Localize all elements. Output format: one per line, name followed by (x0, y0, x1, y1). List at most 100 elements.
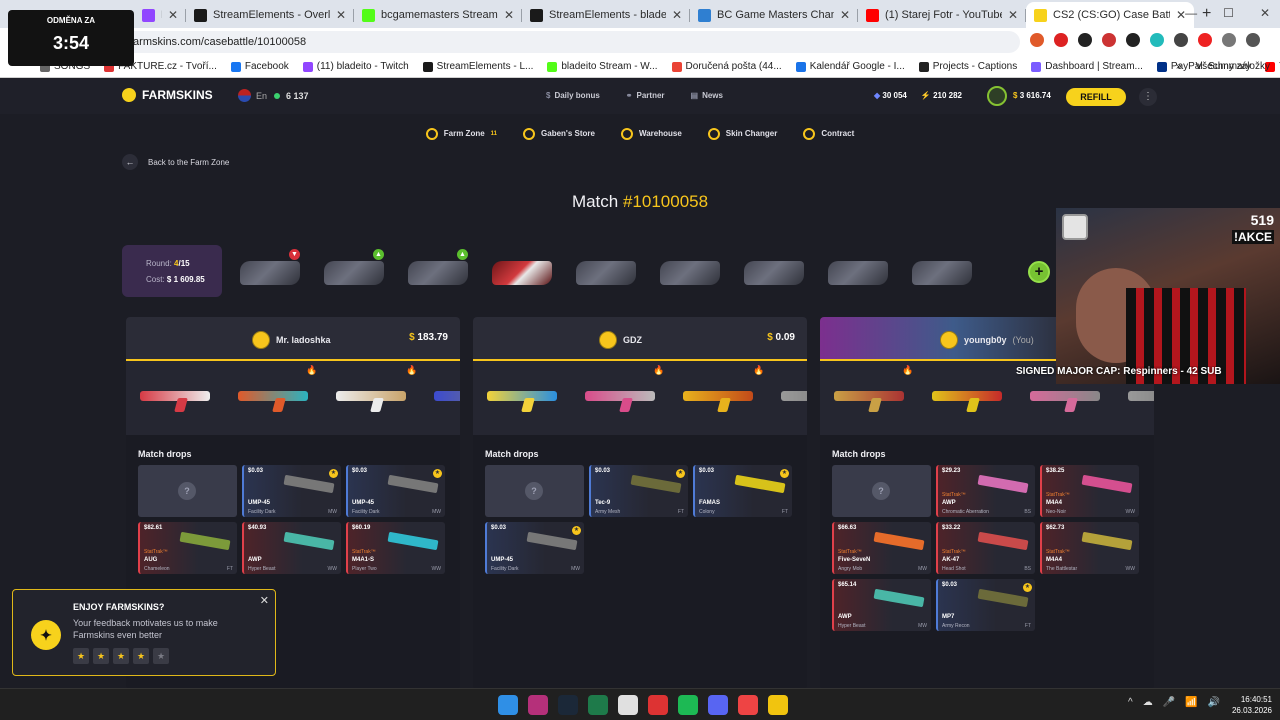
browser-tab[interactable]: StreamElements - Overlays ✕ (186, 2, 354, 28)
app-icon[interactable] (648, 695, 668, 715)
bookmark-item[interactable]: Dashboard | Stream... (1031, 61, 1143, 72)
bookmark-item[interactable]: StreamElements - L... (422, 61, 533, 72)
drop-card[interactable]: $29.23 StatTrak™ AWP Chromatic Aberration BS (936, 465, 1035, 517)
extension-icon[interactable] (1174, 33, 1188, 47)
case-item[interactable] (740, 251, 806, 291)
drop-card[interactable]: $82.61 StatTrak™ AUG Chameleon FT (138, 522, 237, 574)
steam-icon[interactable] (558, 695, 578, 715)
bookmark-item[interactable]: bladeito Stream - W... (547, 61, 658, 72)
browser-tab[interactable]: BC Game Masters Championsh ✕ (690, 2, 858, 28)
add-case-button[interactable]: + (1028, 261, 1050, 283)
extension-icon[interactable] (1198, 33, 1212, 47)
case-item[interactable] (908, 251, 974, 291)
rating-star-icon[interactable]: ★ (73, 648, 89, 664)
section-nav-item[interactable]: Contract (803, 123, 854, 144)
close-window-icon[interactable]: ✕ (1260, 6, 1270, 20)
cloud-icon[interactable]: ☁ (1143, 697, 1153, 708)
section-nav-item[interactable]: Skin Changer (707, 123, 777, 144)
header-nav-item[interactable]: $ Daily bonus (546, 91, 600, 100)
app-icon[interactable] (528, 695, 548, 715)
rating-star-icon[interactable]: ★ (153, 648, 169, 664)
drop-card[interactable]: $65.14 AWP Hyper Beast MW (832, 579, 931, 631)
drop-card[interactable]: $0.03 ★ Tec-9 Army Mesh FT (589, 465, 688, 517)
clock[interactable]: 16:40:51 26.03.2026 (1232, 694, 1272, 716)
drop-price: $66.63 (838, 525, 857, 531)
maximize-icon[interactable]: ☐ (1223, 6, 1234, 20)
extension-icon[interactable] (1150, 33, 1164, 47)
extension-icon[interactable] (1054, 33, 1068, 47)
extensions-puzzle-icon[interactable] (1222, 33, 1236, 47)
spotify-icon[interactable] (678, 695, 698, 715)
drop-card[interactable]: $38.25 StatTrak™ M4A4 Neo-Noir WW (1040, 465, 1139, 517)
close-icon[interactable]: ✕ (260, 594, 269, 607)
case-item[interactable] (656, 251, 722, 291)
drop-card[interactable]: $0.03 ★ UMP-45 Facility Dark MW (242, 465, 341, 517)
back-link[interactable]: ← Back to the Farm Zone (122, 154, 229, 170)
drop-card[interactable]: $40.93 AWP Hyper Beast WW (242, 522, 341, 574)
rating-star-icon[interactable]: ★ (93, 648, 109, 664)
app-icon[interactable] (588, 695, 608, 715)
chrome-icon[interactable] (618, 695, 638, 715)
extension-icon[interactable] (1030, 33, 1044, 47)
volume-icon[interactable]: 🔊 (1208, 697, 1220, 708)
bookmark-item[interactable]: Doručená pošta (44... (671, 61, 782, 72)
bookmarks-more-icon[interactable]: » (1176, 61, 1182, 72)
bookmark-item[interactable]: (11) bladeito - Twitch (302, 61, 409, 72)
language-selector[interactable]: En (238, 89, 267, 102)
tab-close-icon[interactable]: ✕ (168, 8, 178, 22)
app-icon[interactable] (768, 695, 788, 715)
browser-tab[interactable]: StreamElements - bladeito ✕ (522, 2, 690, 28)
rating-star-icon[interactable]: ★ (133, 648, 149, 664)
tab-close-icon[interactable]: ✕ (1008, 8, 1018, 22)
wifi-icon[interactable]: 📶 (1185, 697, 1197, 708)
bookmark-item[interactable]: Facebook (230, 61, 289, 72)
minimize-icon[interactable]: — (1185, 6, 1197, 20)
profile-avatar[interactable] (1246, 33, 1260, 47)
section-nav-item[interactable]: Warehouse (620, 123, 682, 144)
case-item[interactable]: ▼ (236, 249, 302, 291)
section-nav-item[interactable]: Gaben's Store (523, 123, 595, 144)
discord-icon[interactable] (708, 695, 728, 715)
drop-card[interactable]: $0.03 ★ MP7 Army Recon FT (936, 579, 1035, 631)
rating-star-icon[interactable]: ★ (113, 648, 129, 664)
app-icon[interactable] (738, 695, 758, 715)
browser-tab[interactable]: Live o ✕ (134, 2, 186, 28)
case-item[interactable] (572, 251, 638, 291)
start-icon[interactable] (498, 695, 518, 715)
drop-card[interactable]: $0.03 ★ UMP-45 Facility Dark MW (485, 522, 584, 574)
unknown-icon: ? (178, 482, 196, 500)
section-nav-item[interactable]: Farm Zone 11 (425, 123, 497, 144)
browser-tab[interactable]: bcgamemasters Stream - Watc ✕ (354, 2, 522, 28)
drop-card[interactable]: $60.19 StatTrak™ M4A1-S Player Two WW (346, 522, 445, 574)
case-item[interactable]: ▲ (404, 249, 470, 291)
case-item[interactable] (488, 251, 554, 291)
tab-close-icon[interactable]: ✕ (672, 8, 682, 22)
user-avatar[interactable] (987, 86, 1007, 106)
bookmark-item[interactable]: Kalendář Google - I... (795, 61, 905, 72)
tray-chevron-icon[interactable]: ^ (1128, 697, 1133, 708)
url-input[interactable]: farmskins.com/casebattle/10100058 (120, 31, 1020, 53)
drop-card[interactable]: $66.63 StatTrak™ Five-SeveN Angry Mob MW (832, 522, 931, 574)
bookmark-item[interactable]: Projects - Captions (918, 61, 1017, 72)
extension-icon[interactable] (1078, 33, 1092, 47)
browser-tab[interactable]: CS2 (CS:GO) Case Battle - incre✕ (1026, 2, 1194, 28)
case-item[interactable]: ▲ (320, 249, 386, 291)
header-nav-item[interactable]: ▤ News (691, 91, 723, 100)
drop-card[interactable]: $62.73 StatTrak™ M4A4 The Battlestar WW (1040, 522, 1139, 574)
extension-icon[interactable] (1126, 33, 1140, 47)
browser-tab[interactable]: (1) Starej Fotr - YouTube ✕ (858, 2, 1026, 28)
microphone-icon[interactable]: 🎤 (1163, 697, 1175, 708)
tab-close-icon[interactable]: ✕ (840, 8, 850, 22)
tab-close-icon[interactable]: ✕ (504, 8, 514, 22)
extension-icon[interactable] (1102, 33, 1116, 47)
farmskins-logo[interactable]: FARMSKINS (122, 88, 213, 102)
all-bookmarks-folder[interactable]: Všechny záložky (1196, 61, 1270, 72)
drop-card[interactable]: $0.03 ★ FAMAS Colony FT (693, 465, 792, 517)
drop-card[interactable]: $0.03 ★ UMP-45 Facility Dark MW (346, 465, 445, 517)
drop-card[interactable]: $33.22 StatTrak™ AK-47 Head Shot BS (936, 522, 1035, 574)
header-nav-item[interactable]: ⚭ Partner (626, 91, 665, 100)
tab-close-icon[interactable]: ✕ (336, 8, 346, 22)
more-menu-icon[interactable]: ⋮ (1139, 88, 1157, 106)
case-item[interactable] (824, 251, 890, 291)
refill-button[interactable]: REFILL (1066, 88, 1126, 106)
